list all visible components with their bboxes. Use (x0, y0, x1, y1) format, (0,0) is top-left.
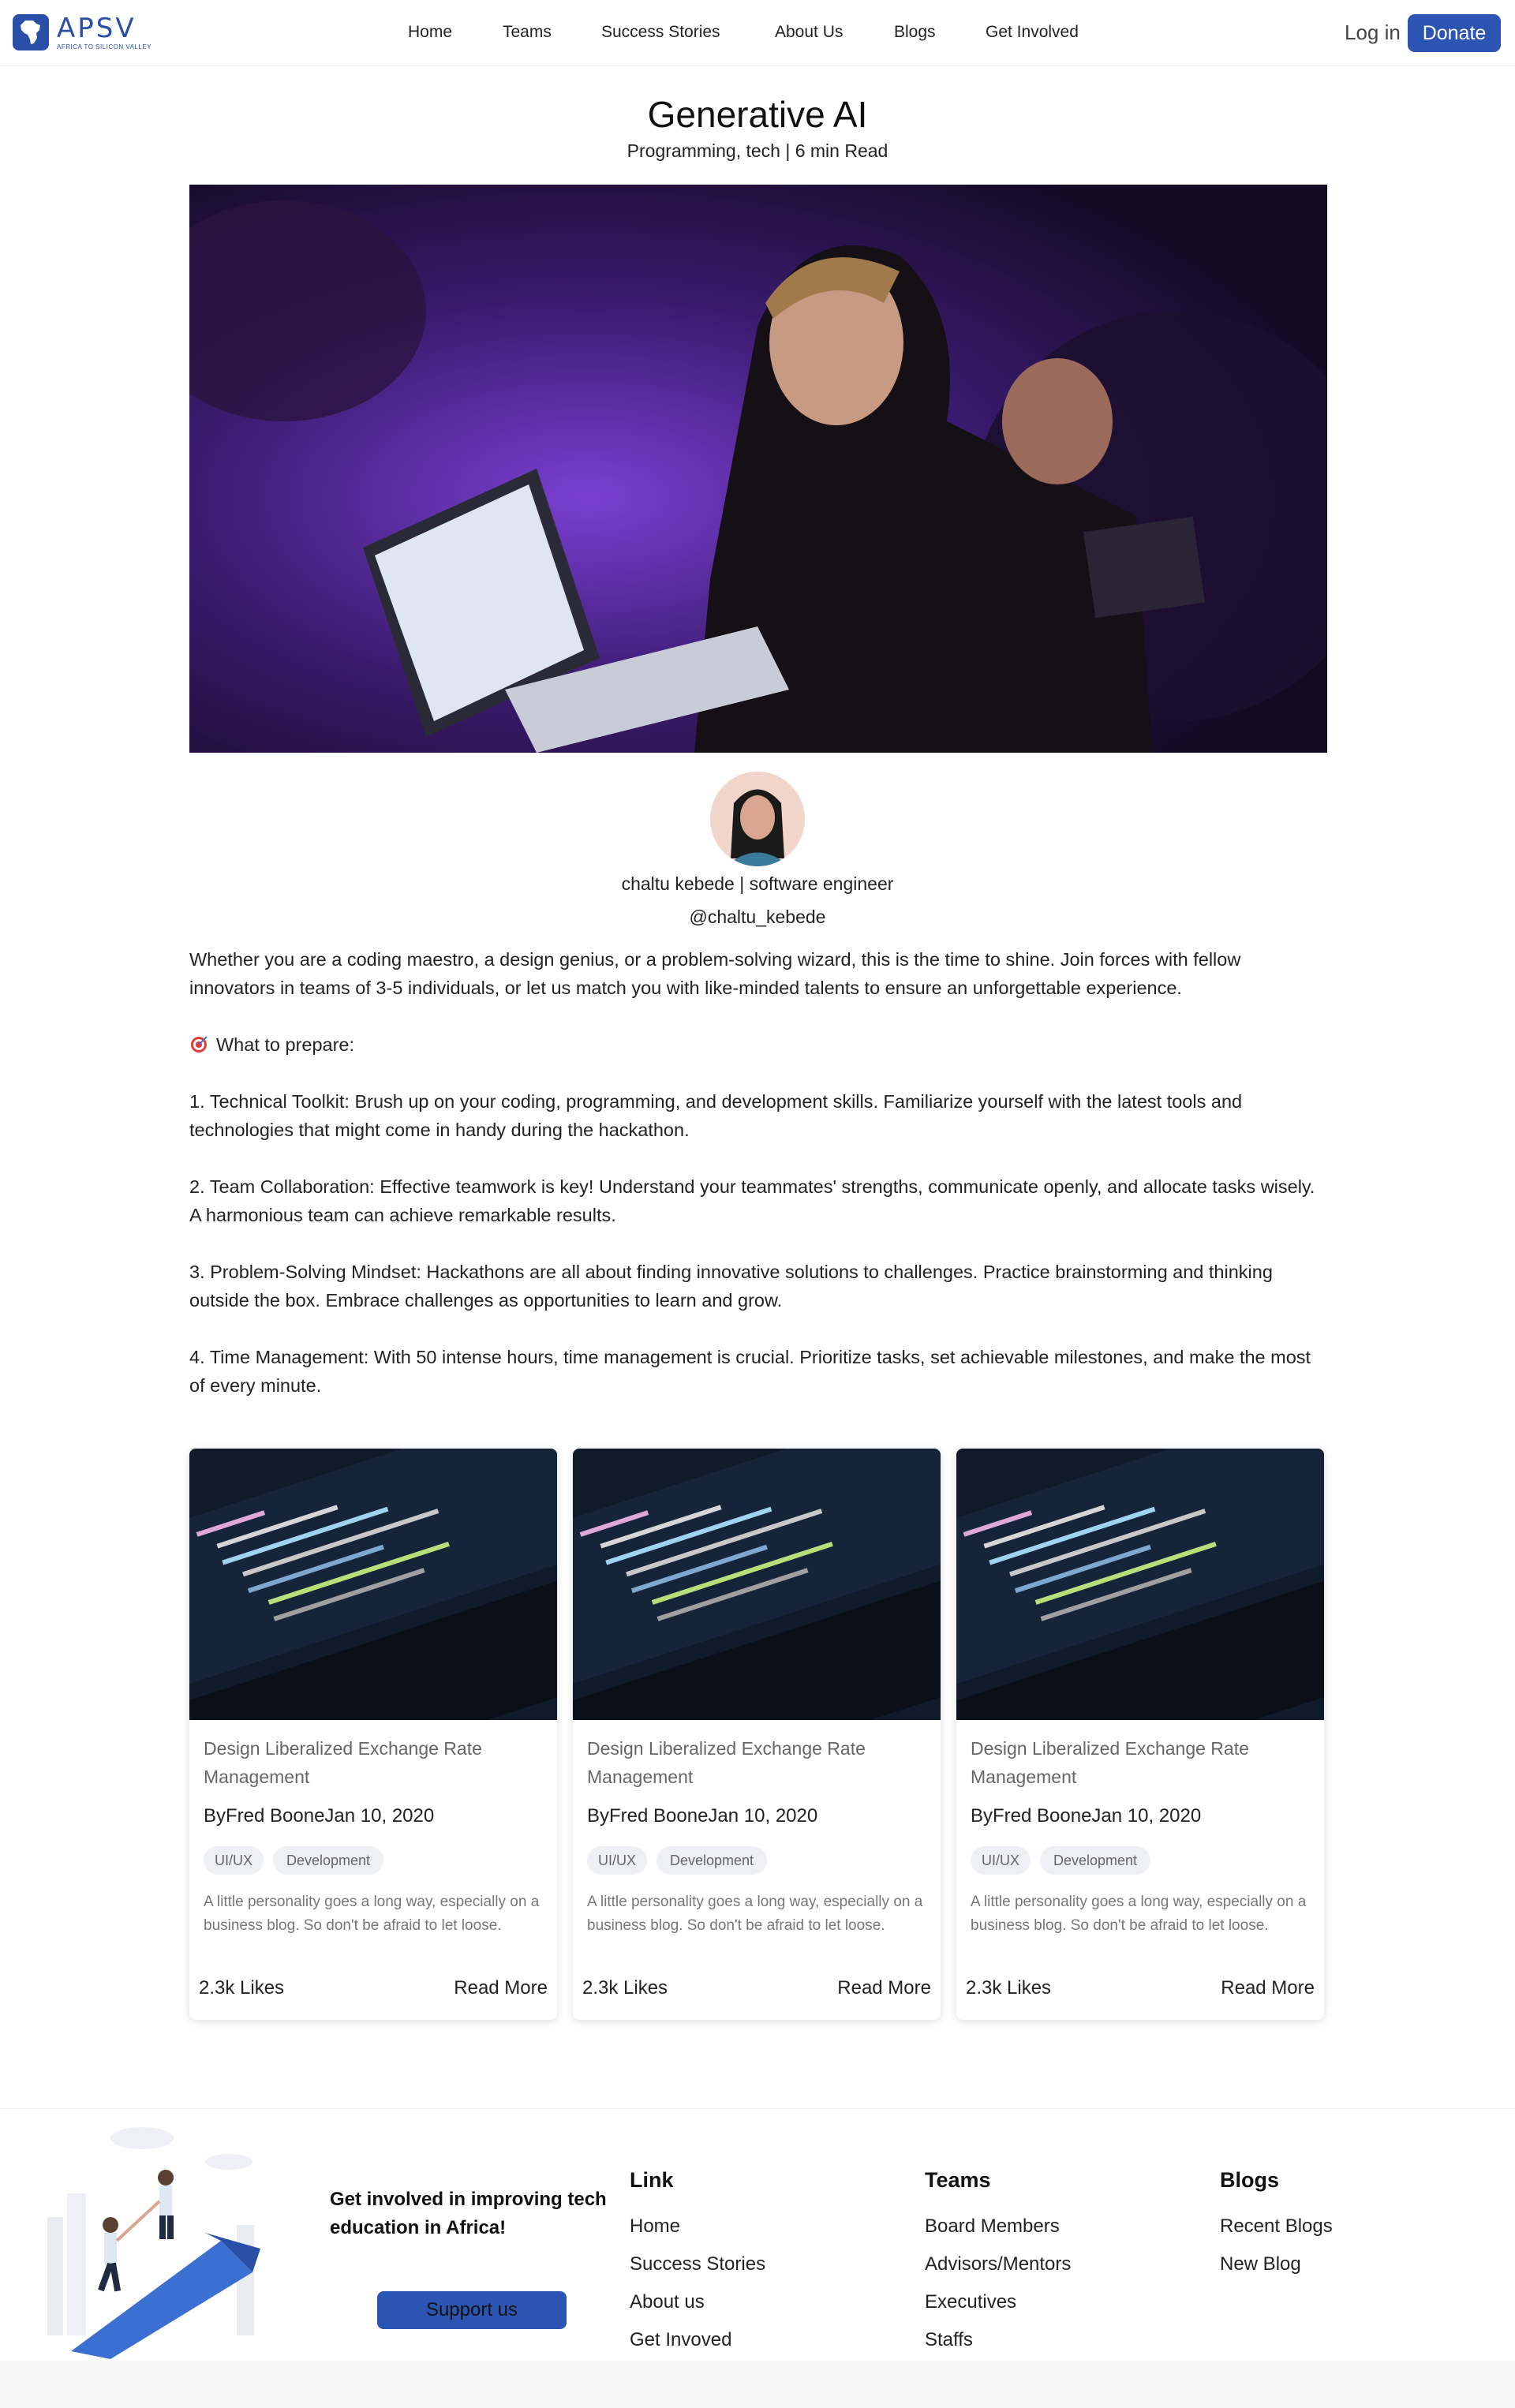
footer-link-staffs[interactable]: Staffs (925, 2328, 1071, 2366)
blog-card[interactable]: Design Liberalized Exchange Rate Managem… (956, 1449, 1324, 2020)
card-tag[interactable]: Development (1040, 1846, 1150, 1875)
nav-home-link[interactable]: Home (408, 23, 452, 42)
top-navbar: APSV AFRICA TO SILICON VALLEY Home Teams… (0, 0, 1515, 66)
card-tag[interactable]: UI/UX (971, 1846, 1031, 1875)
nav-blogs-link[interactable]: Blogs (894, 23, 936, 42)
footer-bottom-bar (0, 2361, 1515, 2408)
author-name: chaltu kebede | software engineer (621, 873, 894, 894)
post-paragraph: 4. Time Management: With 50 intense hour… (189, 1347, 1311, 1396)
footer-link-executives[interactable]: Executives (925, 2290, 1071, 2328)
card-title[interactable]: Design Liberalized Exchange Rate Managem… (971, 1734, 1302, 1791)
card-image (189, 1449, 557, 1808)
blog-card[interactable]: Design Liberalized Exchange Rate Managem… (189, 1449, 557, 2020)
card-likes[interactable]: 2.3k Likes (199, 1977, 284, 1999)
footer-link-board-members[interactable]: Board Members (925, 2215, 1071, 2253)
post-paragraph: Whether you are a coding maestro, a desi… (189, 949, 1241, 998)
card-byline: ByFred BooneJan 10, 2020 (971, 1805, 1202, 1827)
footer-links-column: Link Home Success Stories About us Get I… (630, 2168, 765, 2366)
footer-blogs-heading: Blogs (1220, 2168, 1280, 2192)
card-tag[interactable]: UI/UX (204, 1846, 264, 1875)
card-title[interactable]: Design Liberalized Exchange Rate Managem… (204, 1734, 535, 1791)
card-tag[interactable]: Development (656, 1846, 767, 1875)
card-description: A little personality goes a long way, es… (204, 1894, 540, 1934)
author-handle[interactable]: @chaltu_kebede (0, 907, 1515, 928)
footer-link-advisors-mentors[interactable]: Advisors/Mentors (925, 2253, 1071, 2290)
card-tag[interactable]: UI/UX (587, 1846, 647, 1875)
post-body: Whether you are a coding maestro, a desi… (189, 945, 1327, 1428)
footer-link-heading: Link (630, 2168, 674, 2192)
read-more-link[interactable]: Read More (837, 1977, 931, 1999)
footer-link-recent-blogs[interactable]: Recent Blogs (1220, 2215, 1333, 2253)
card-likes[interactable]: 2.3k Likes (582, 1977, 668, 1999)
footer-illustration (24, 2122, 292, 2359)
footer-teams-heading: Teams (925, 2168, 991, 2192)
card-image (956, 1449, 1324, 1808)
donate-button[interactable]: Donate (1408, 14, 1501, 52)
card-tag[interactable]: Development (273, 1846, 383, 1875)
login-link[interactable]: Log in (1345, 21, 1401, 45)
post-paragraph: What to prepare: (189, 1030, 1327, 1059)
footer-link-success-stories[interactable]: Success Stories (630, 2253, 765, 2290)
footer-teams-column: Teams Board Members Advisors/Mentors Exe… (925, 2168, 1071, 2366)
blog-card[interactable]: Design Liberalized Exchange Rate Managem… (573, 1449, 941, 2020)
nav-teams-link[interactable]: Teams (503, 23, 552, 42)
nav-about-us-link[interactable]: About Us (775, 23, 843, 42)
footer-link-about-us[interactable]: About us (630, 2290, 765, 2328)
post-paragraph: 3. Problem-Solving Mindset: Hackathons a… (189, 1262, 1273, 1311)
read-more-link[interactable]: Read More (454, 1977, 548, 1999)
nav-get-involved-link[interactable]: Get Involved (986, 23, 1079, 42)
post-paragraph-text: What to prepare: (216, 1034, 355, 1055)
card-image (573, 1449, 941, 1808)
card-description: A little personality goes a long way, es… (971, 1894, 1307, 1934)
card-title[interactable]: Design Liberalized Exchange Rate Managem… (587, 1734, 918, 1791)
support-us-button[interactable]: Support us (377, 2291, 567, 2329)
post-paragraph: 2. Team Collaboration: Effective teamwor… (189, 1176, 1315, 1225)
read-more-link[interactable]: Read More (1221, 1977, 1315, 1999)
post-paragraph: 1. Technical Toolkit: Brush up on your c… (189, 1091, 1243, 1140)
footer-cta-text: Get involved in improving tech education… (330, 2189, 607, 2238)
post-title: Generative AI (647, 94, 868, 135)
footer-link-get-involved[interactable]: Get Invoved (630, 2328, 765, 2366)
hero-image (189, 185, 1327, 753)
card-byline: ByFred BooneJan 10, 2020 (587, 1805, 818, 1827)
target-icon (189, 1034, 208, 1053)
footer-link-home[interactable]: Home (630, 2215, 765, 2253)
card-byline: ByFred BooneJan 10, 2020 (204, 1805, 435, 1827)
card-likes[interactable]: 2.3k Likes (966, 1977, 1051, 1999)
nav-success-stories-link[interactable]: Success Stories (601, 23, 720, 42)
post-meta: Programming, tech | 6 min Read (627, 140, 888, 161)
footer-link-new-blog[interactable]: New Blog (1220, 2253, 1333, 2290)
footer-blogs-column: Blogs Recent Blogs New Blog (1220, 2168, 1333, 2290)
author-avatar[interactable] (710, 772, 805, 866)
card-description: A little personality goes a long way, es… (587, 1894, 923, 1934)
